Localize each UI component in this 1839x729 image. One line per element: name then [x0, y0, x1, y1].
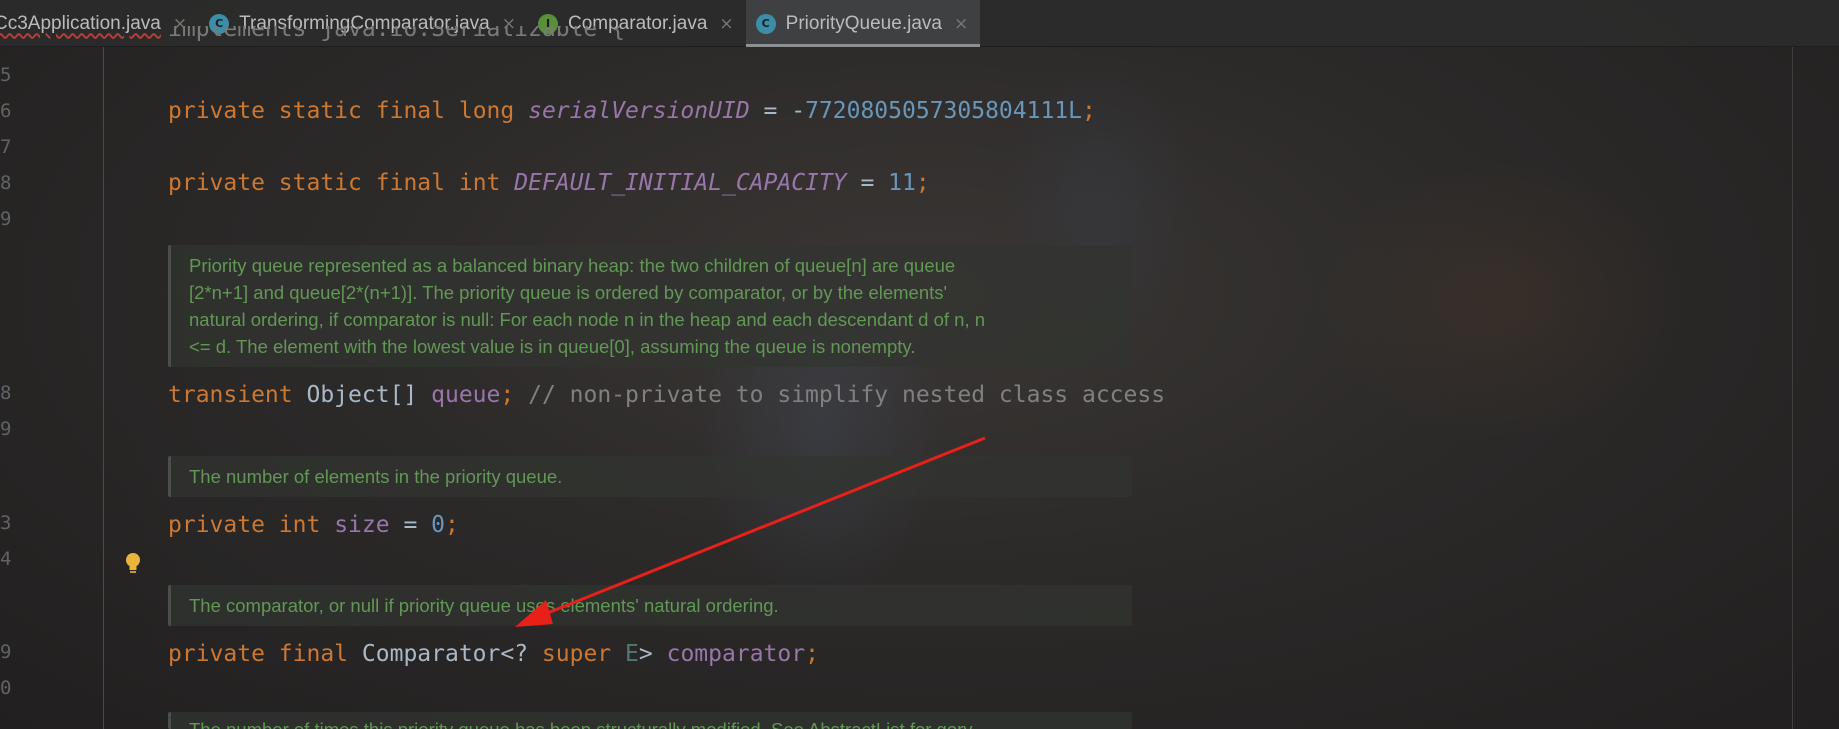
- line-number: 0: [0, 677, 12, 699]
- doc-line: [2*n+1] and queue[2*(n+1)]. The priority…: [189, 282, 948, 303]
- keyword: long: [458, 98, 515, 124]
- doc-line: The comparator, or null if priority queu…: [189, 595, 779, 616]
- code-line-size[interactable]: private int size = 0;: [168, 512, 459, 538]
- gutter-divider: [103, 47, 104, 729]
- tab-priorityqueue[interactable]: C PriorityQueue.java ×: [745, 0, 981, 47]
- constant-name: DEFAULT_INITIAL_CAPACITY: [514, 170, 847, 196]
- code-line-serialversionuid[interactable]: private static final long serialVersionU…: [168, 98, 1096, 124]
- tab-label: Cc3Application.java: [0, 12, 161, 34]
- number-literal: 7720805057305804111L: [805, 98, 1083, 124]
- keyword: static: [278, 170, 362, 196]
- operator: = -: [749, 98, 806, 124]
- operator: =: [846, 170, 889, 196]
- close-icon[interactable]: ×: [954, 14, 968, 34]
- line-number: 3: [0, 512, 12, 534]
- semicolon: ;: [1082, 98, 1096, 124]
- right-margin-guide: [1792, 47, 1793, 729]
- code-text: implements java.io.Serializable {: [168, 26, 625, 42]
- semicolon: ;: [915, 170, 930, 196]
- class-icon: C: [755, 13, 776, 34]
- keyword: final: [278, 641, 349, 667]
- line-number: 9: [0, 641, 12, 663]
- keyword: static: [278, 98, 362, 124]
- field-name: size: [334, 512, 390, 538]
- tab-label: PriorityQueue.java: [785, 12, 942, 34]
- doc-comment-comparator: The comparator, or null if priority queu…: [168, 585, 1132, 626]
- field-name: comparator: [666, 641, 806, 667]
- keyword: final: [375, 170, 445, 196]
- keyword: private: [168, 641, 265, 667]
- number-literal: 11: [888, 170, 916, 196]
- keyword: private: [168, 512, 265, 538]
- doc-comment-modcount: The number of times this priority queue …: [168, 712, 1132, 729]
- semicolon: ;: [445, 512, 459, 538]
- doc-comment-queue: Priority queue represented as a balanced…: [168, 245, 1132, 367]
- keyword: transient: [168, 382, 293, 408]
- doc-line: natural ordering, if comparator is null:…: [189, 309, 986, 330]
- type-name: Comparator<?: [361, 641, 542, 667]
- number-literal: 0: [431, 512, 445, 538]
- line-comment: // non-private to simplify nested class …: [528, 382, 1166, 408]
- constant-name: serialVersionUID: [528, 98, 750, 124]
- field-name: queue: [431, 382, 501, 408]
- code-line-comparator[interactable]: private final Comparator<? super E> comp…: [168, 641, 819, 667]
- doc-line: <= d. The element with the lowest value …: [189, 336, 916, 357]
- type-parameter: E: [625, 641, 639, 667]
- code-line-queue[interactable]: transient Object[] queue; // non-private…: [168, 382, 1165, 408]
- keyword: private: [168, 98, 265, 124]
- code-line-partial: implements java.io.Serializable {: [168, 26, 625, 46]
- line-number: 4: [0, 548, 12, 570]
- code-line-default-capacity[interactable]: private static final int DEFAULT_INITIAL…: [168, 170, 930, 196]
- generic-close: >: [638, 641, 653, 667]
- keyword: super: [541, 641, 612, 667]
- lightbulb-icon[interactable]: [124, 552, 142, 576]
- keyword: private: [168, 170, 265, 196]
- line-number: 9: [0, 208, 12, 230]
- keyword: final: [375, 98, 445, 124]
- doc-comment-size: The number of elements in the priority q…: [168, 456, 1132, 497]
- line-number: 8: [0, 382, 12, 404]
- line-number: 6: [0, 100, 12, 122]
- keyword: int: [458, 170, 501, 196]
- keyword: int: [278, 512, 321, 538]
- line-number: 9: [0, 418, 12, 440]
- line-number: 5: [0, 64, 12, 86]
- close-icon[interactable]: ×: [719, 14, 733, 34]
- semicolon: ;: [805, 641, 819, 667]
- doc-line: The number of elements in the priority q…: [189, 466, 563, 487]
- semicolon: ;: [500, 382, 515, 408]
- type-name: Object[]: [306, 382, 418, 408]
- doc-line: The number of times this priority queue …: [189, 716, 1114, 729]
- line-number: 8: [0, 172, 12, 194]
- operator: =: [389, 512, 432, 538]
- line-number: 7: [0, 136, 12, 158]
- doc-line: Priority queue represented as a balanced…: [189, 255, 956, 276]
